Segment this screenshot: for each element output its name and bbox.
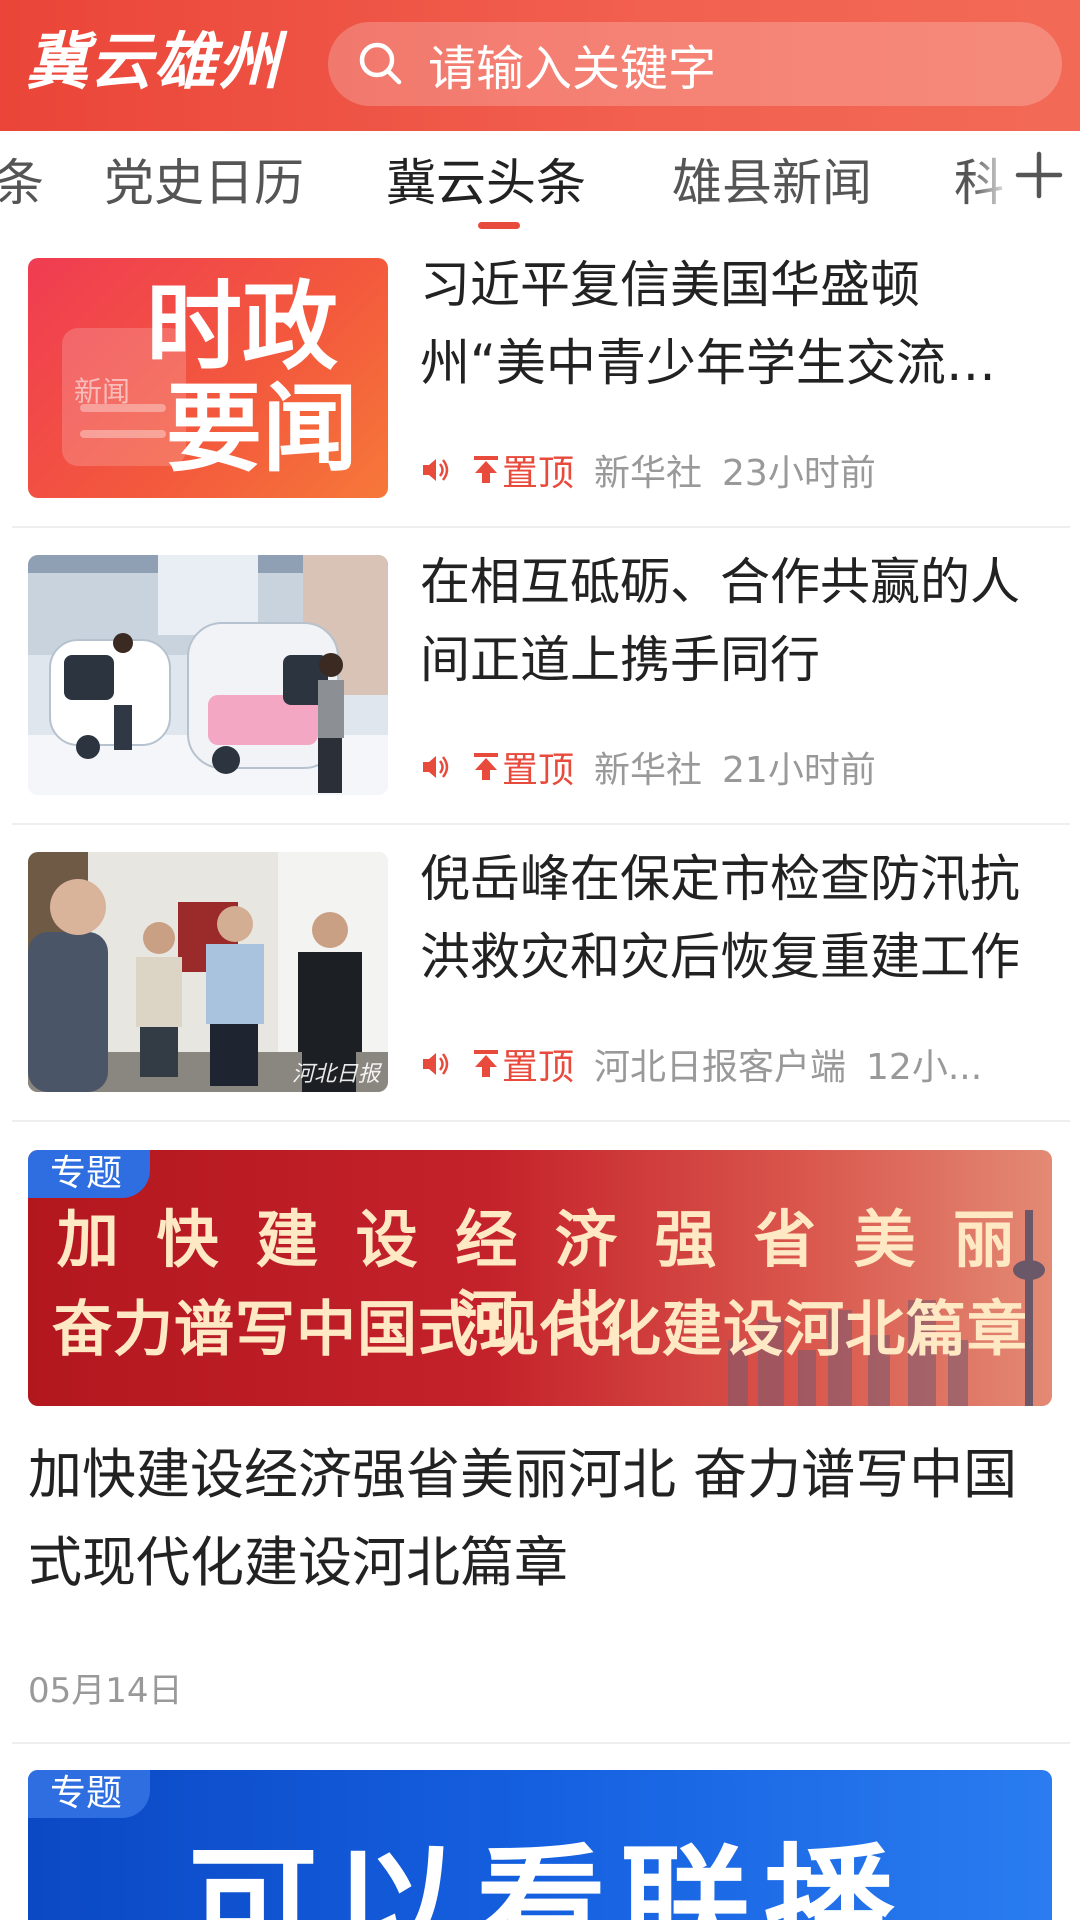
news-title[interactable]: 倪岳峰在保定市检查防汛抗洪救灾和灾后恢复重建工作 xyxy=(420,840,1020,996)
search-icon xyxy=(359,42,402,85)
pin-top-icon xyxy=(474,1050,498,1077)
news-title[interactable]: 在相互砥砺、合作共赢的人间正道上携手同行 xyxy=(420,543,1020,699)
tab-jiyun-headlines[interactable]: 冀云头条 xyxy=(386,151,586,215)
tab-xiongxian-news[interactable]: 雄县新闻 xyxy=(672,151,872,215)
topic-banner[interactable]: 可以看联播 专题 xyxy=(28,1770,1052,1920)
news-source: 新华社 xyxy=(594,750,703,791)
speaker-icon[interactable] xyxy=(420,752,450,782)
news-thumbnail xyxy=(28,555,388,795)
search-placeholder: 请输入关键字 xyxy=(428,41,717,97)
app-logo: 冀云雄州 xyxy=(26,25,283,98)
speaker-icon[interactable] xyxy=(420,455,450,485)
pin-top-icon xyxy=(474,753,498,780)
pin-top-icon xyxy=(474,456,498,483)
divider xyxy=(12,526,1070,528)
pinned-label: 置顶 xyxy=(502,1047,575,1088)
topic-banner-line-2: 奋力谱写中国式现代化建设河北篇章 xyxy=(52,1295,1028,1365)
thumb-line-1: 时政 xyxy=(146,271,338,383)
app-header: 冀云雄州 请输入关键字 xyxy=(0,0,1080,131)
topic-tag: 专题 xyxy=(28,1770,151,1818)
tab-partial-left[interactable]: 条 xyxy=(0,151,44,215)
news-meta: 置顶 河北日报客户端 12小... xyxy=(420,1036,982,1092)
divider xyxy=(12,1742,1070,1744)
tab-party-history-calendar[interactable]: 党史日历 xyxy=(104,151,304,215)
topic-title[interactable]: 加快建设经济强省美丽河北 奋力谱写中国式现代化建设河北篇章 xyxy=(28,1431,1048,1607)
speaker-icon[interactable] xyxy=(420,1049,450,1079)
news-title[interactable]: 习近平复信美国华盛顿州“美中青少年学生交流协会” xyxy=(420,246,1020,402)
news-thumbnail: 河北日报 xyxy=(28,852,388,1092)
thumb-watermark: 新闻 xyxy=(74,375,131,408)
thumb-watermark: 河北日报 xyxy=(291,1062,380,1087)
search-bar[interactable]: 请输入关键字 xyxy=(328,22,1062,106)
active-tab-indicator xyxy=(478,222,520,229)
pinned-label: 置顶 xyxy=(502,750,575,791)
news-item[interactable]: 河北日报 倪岳峰在保定市检查防汛抗洪救灾和灾后恢复重建工作 置顶 河北日报客户端… xyxy=(0,850,1080,1149)
news-time: 21小时前 xyxy=(722,750,876,791)
news-item[interactable]: 在相互砥砺、合作共赢的人间正道上携手同行 置顶 新华社 21小时前 xyxy=(0,553,1080,852)
add-channel-icon[interactable] xyxy=(1014,150,1064,200)
news-source: 新华社 xyxy=(594,453,703,494)
topic-banner-text: 可以看联播 xyxy=(188,1831,909,1920)
topic-banner[interactable]: 加 快 建 设 经 济 强 省 美 丽 河 北 奋力谱写中国式现代化建设河北篇章… xyxy=(28,1150,1052,1406)
news-source: 河北日报客户端 xyxy=(594,1047,847,1088)
category-tabs: 条 党史日历 冀云头条 雄县新闻 科 xyxy=(0,131,1080,236)
news-thumbnail: 新闻 时政 要闻 xyxy=(28,258,388,498)
news-meta: 置顶 新华社 23小时前 xyxy=(420,442,876,498)
news-time: 12小... xyxy=(866,1047,983,1088)
divider xyxy=(12,1120,1070,1122)
topic-tag: 专题 xyxy=(28,1150,151,1198)
thumb-line-2: 要闻 xyxy=(166,373,358,485)
divider xyxy=(12,823,1070,825)
topic-date: 05月14日 xyxy=(28,1671,183,1711)
news-time: 23小时前 xyxy=(722,453,876,494)
news-meta: 置顶 新华社 21小时前 xyxy=(420,739,876,795)
news-item[interactable]: 新闻 时政 要闻 习近平复信美国华盛顿州“美中青少年学生交流协会” 置顶 新华社… xyxy=(0,256,1080,555)
pinned-label: 置顶 xyxy=(502,453,575,494)
